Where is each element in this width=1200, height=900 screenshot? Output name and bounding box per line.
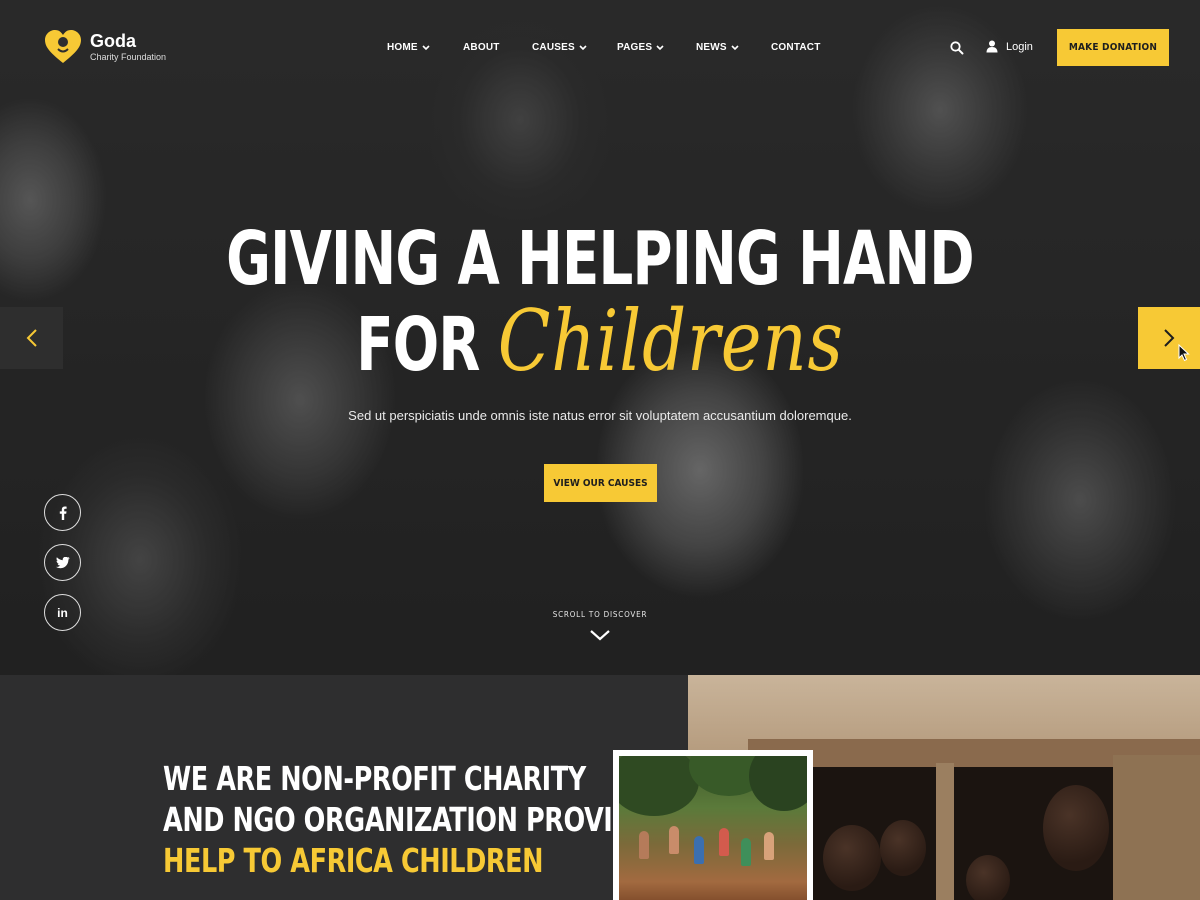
facebook-link[interactable]: [44, 494, 81, 531]
nav-label: CONTACT: [771, 42, 821, 53]
nav-item-pages[interactable]: PAGES: [617, 42, 696, 53]
hero-line-2-prefix: FOR: [356, 302, 480, 388]
facebook-icon: [59, 506, 67, 520]
user-icon: [986, 40, 998, 53]
nav-label: NEWS: [696, 42, 727, 53]
hero-section: Goda Charity Foundation HOME ABOUT CAUSE…: [0, 0, 1200, 675]
search-icon[interactable]: [949, 40, 965, 56]
brand-tagline: Charity Foundation: [90, 52, 167, 62]
brand-logo[interactable]: Goda Charity Foundation: [44, 30, 166, 64]
about-section: WE ARE NON-PROFIT CHARITY AND NGO ORGANI…: [0, 675, 1200, 900]
about-line-1: WE ARE NON-PROFIT CHARITY: [163, 759, 586, 798]
hero-headline: GIVING A HELPING HAND FOR Childrens: [0, 218, 1200, 386]
twitter-icon: [55, 556, 70, 568]
chevron-down-icon: [422, 44, 430, 50]
hero-subtitle: Sed ut perspiciatis unde omnis iste natu…: [348, 408, 852, 423]
about-inset-photo: [613, 750, 813, 900]
chevron-down-icon: [731, 44, 739, 50]
nav-item-news[interactable]: NEWS: [696, 42, 771, 53]
about-heading: WE ARE NON-PROFIT CHARITY AND NGO ORGANI…: [163, 758, 651, 881]
nav-item-home[interactable]: HOME: [387, 42, 463, 53]
scroll-to-discover[interactable]: SCROLL TO DISCOVER: [0, 610, 1200, 646]
nav-label: CAUSES: [532, 42, 575, 53]
heart-logo-icon: [45, 30, 81, 63]
make-donation-button[interactable]: MAKE DONATION: [1057, 29, 1169, 66]
hero-line-1: GIVING A HELPING HAND: [226, 216, 974, 302]
chevron-down-icon: [579, 44, 587, 50]
nav-item-contact[interactable]: CONTACT: [771, 42, 821, 53]
nav-label: ABOUT: [463, 42, 500, 53]
hero-line-2-script: Childrens: [497, 292, 844, 390]
scroll-label: SCROLL TO DISCOVER: [552, 610, 648, 619]
brand-name: Goda: [90, 31, 137, 51]
nav-label: PAGES: [617, 42, 653, 53]
twitter-link[interactable]: [44, 544, 81, 581]
view-causes-button[interactable]: VIEW OUR CAUSES: [544, 464, 657, 502]
chevron-down-icon: [656, 44, 664, 50]
hero-line-2: FOR Childrens: [108, 299, 1092, 388]
main-nav: HOME ABOUT CAUSES PAGES NEWS CONTACT: [387, 42, 821, 53]
about-line-3: HELP TO AFRICA CHILDREN: [163, 841, 544, 880]
chevron-down-icon: [590, 630, 610, 641]
about-line-2: AND NGO ORGANIZATION PROVIDE: [163, 800, 651, 839]
nav-label: HOME: [387, 42, 418, 53]
nav-item-causes[interactable]: CAUSES: [532, 42, 617, 53]
mouse-cursor-icon: [1178, 344, 1190, 362]
login-link[interactable]: Login: [986, 40, 1033, 53]
nav-item-about[interactable]: ABOUT: [463, 42, 532, 53]
login-label: Login: [1006, 40, 1033, 53]
